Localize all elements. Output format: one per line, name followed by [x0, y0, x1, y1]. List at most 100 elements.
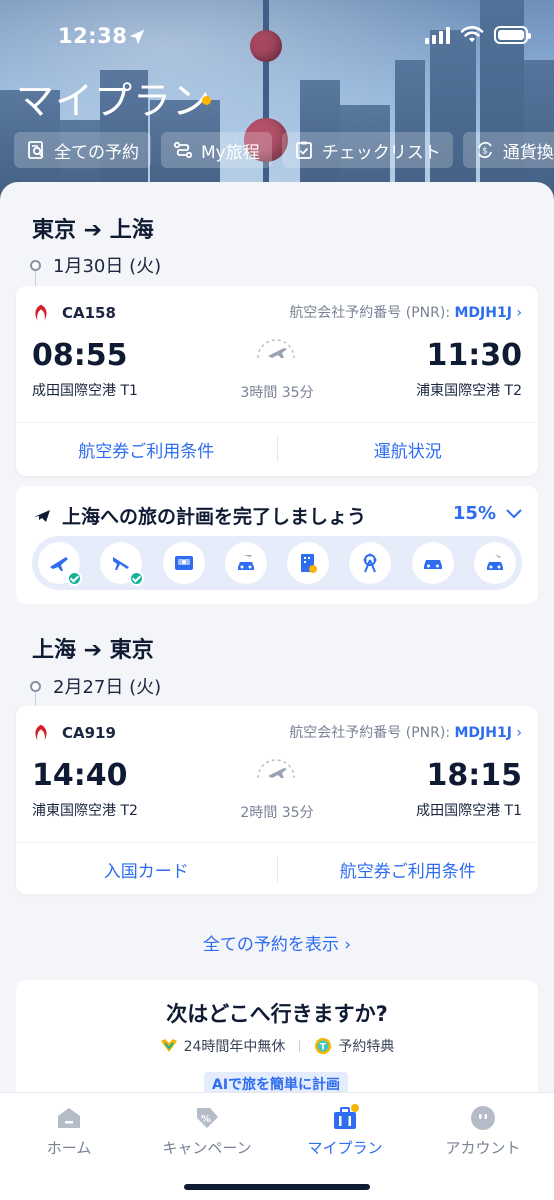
plan-title: 上海への旅の計画を完了しましょう [62, 506, 367, 528]
flight-number: CA919 [62, 724, 116, 742]
departure-airport: 成田国際空港 T1 [32, 383, 138, 399]
chip-label: 全ての予約 [54, 142, 139, 163]
currency-exchange-icon: $ [477, 141, 492, 159]
plan-step-hotel[interactable] [287, 542, 330, 584]
show-all-reservations-link[interactable]: 全ての予約を表示 › [0, 930, 554, 955]
pnr-label: 航空会社予約番号 (PNR): [289, 305, 451, 321]
chevron-down-icon [506, 508, 522, 518]
plan-step-transfer[interactable] [224, 542, 267, 584]
plan-step-outbound-flight[interactable] [38, 542, 82, 586]
location-arrow-icon [129, 29, 145, 45]
plan-progress: 15% [452, 503, 496, 524]
trip-date-label: 2月27日 (火) [53, 677, 162, 698]
quick-chips: 全ての予約 My旅程 チェックリスト $ 通貨換算 [14, 132, 554, 168]
pnr-code: MDJH1J [454, 725, 512, 741]
show-all-label: 全ての予約を表示 [202, 935, 339, 955]
done-check-icon [129, 571, 145, 586]
cellular-signal-icon [425, 26, 450, 44]
chevron-right-icon: › [344, 935, 352, 955]
main-content: 東京 ➔ 上海 1月30日 (火) CA158 航空会社予約番号 (PNR): … [0, 182, 554, 1200]
chevron-right-icon: › [516, 305, 522, 321]
arrival-time: 11:30 [426, 338, 523, 373]
air-china-logo-icon [35, 304, 47, 321]
checklist-icon [295, 141, 312, 159]
outbound-flight-icon [50, 557, 68, 571]
train-ticket-icon [174, 556, 193, 570]
plan-step-train[interactable] [162, 542, 205, 584]
trip-date: 2月27日 (火) [30, 673, 161, 699]
tab-campaign[interactable]: % キャンペーン [138, 1103, 276, 1158]
reward-coin-icon: T [315, 1038, 332, 1054]
status-time: 12:38 [58, 24, 128, 48]
plan-step-car-rental[interactable] [411, 542, 454, 584]
airport-transfer-icon [237, 555, 254, 570]
itinerary-icon [173, 141, 193, 159]
pnr-label: 航空会社予約番号 (PNR): [289, 725, 451, 741]
chip-my-itinerary[interactable]: My旅程 [161, 132, 272, 168]
pnr-link[interactable]: 航空会社予約番号 (PNR): MDJH1J › [289, 302, 522, 322]
battery-icon [494, 26, 531, 44]
chip-all-reservations[interactable]: 全ての予約 [14, 132, 151, 168]
tab-label: マイプラン [307, 1139, 383, 1157]
chip-checklist[interactable]: チェックリスト [281, 132, 453, 168]
reservations-icon [28, 141, 44, 159]
chip-label: My旅程 [201, 142, 260, 163]
campaign-icon: % [197, 1108, 218, 1128]
flight-status-button[interactable]: 運航状況 [278, 437, 539, 462]
flight-card[interactable]: CA158 航空会社予約番号 (PNR): MDJH1J › 08:55 11:… [16, 286, 538, 476]
plane-takeoff-icon [257, 759, 295, 779]
page-title: マイプラン [16, 79, 212, 123]
tab-label: ホーム [46, 1139, 92, 1157]
arrival-airport: 浦東国際空港 T2 [416, 383, 522, 399]
feature-24h: 24時間年中無休 [183, 1039, 286, 1055]
tab-home[interactable]: ホーム [0, 1103, 138, 1158]
airplane-icon [34, 509, 50, 522]
done-check-icon [67, 571, 82, 586]
departure-airport: 浦東国際空港 T2 [32, 803, 138, 819]
timeline-dot [30, 259, 41, 271]
plane-takeoff-icon [257, 339, 295, 359]
home-indicator[interactable] [184, 1184, 370, 1190]
departure-time: 08:55 [32, 338, 128, 373]
chip-currency[interactable]: $ 通貨換算 [462, 132, 554, 168]
support-heart-icon [160, 1039, 177, 1052]
chip-label: チェックリスト [321, 142, 441, 163]
home-icon [58, 1108, 80, 1128]
flight-card[interactable]: CA919 航空会社予約番号 (PNR): MDJH1J › 14:40 18:… [16, 706, 538, 894]
attractions-icon [363, 553, 377, 573]
title-accent-dot [202, 96, 211, 105]
plan-step-attractions[interactable] [349, 542, 392, 584]
svg-text:T: T [320, 1043, 327, 1053]
pnr-link[interactable]: 航空会社予約番号 (PNR): MDJH1J › [289, 722, 522, 742]
fare-rules-button[interactable]: 航空券ご利用条件 [278, 857, 539, 882]
plan-step-return-flight[interactable] [100, 542, 145, 586]
arrival-airport: 成田国際空港 T1 [416, 803, 522, 819]
next-destination-title: 次はどこへ行きますか? [166, 1002, 388, 1026]
hotel-icon [301, 554, 318, 573]
trip-date-label: 1月30日 (火) [53, 256, 162, 277]
tab-label: アカウント [445, 1139, 521, 1157]
plan-progress-toggle[interactable]: 15% [453, 503, 522, 524]
pnr-code: MDJH1J [454, 305, 512, 321]
tab-my-plan[interactable]: マイプラン [276, 1103, 414, 1158]
account-icon [471, 1106, 495, 1130]
car-rental-icon [423, 560, 442, 569]
plan-step-pickup[interactable] [473, 542, 516, 584]
feature-booking-benefits: 予約特典 [338, 1039, 395, 1055]
trip-route-title: 上海 ➔ 東京 [32, 638, 154, 663]
tab-label: キャンペーン [162, 1139, 252, 1157]
trip-route-title: 東京 ➔ 上海 [32, 218, 154, 243]
air-china-logo-icon [35, 724, 47, 741]
airport-pickup-icon [486, 554, 503, 570]
tab-account[interactable]: アカウント [414, 1103, 552, 1158]
next-destination-card[interactable]: 次はどこへ行きますか? 24時間年中無休 T 予約特典 AIで旅を簡単に計画 [16, 980, 538, 1110]
arrival-time: 18:15 [426, 758, 523, 793]
departure-time: 14:40 [32, 758, 128, 793]
bottom-tab-bar: ホーム % キャンペーン マイプラン アカウント [0, 1092, 554, 1200]
plan-steps [32, 536, 522, 590]
trip-date: 1月30日 (火) [30, 252, 161, 278]
arrival-card-button[interactable]: 入国カード [16, 857, 277, 882]
trip-plan-card[interactable]: 上海への旅の計画を完了しましょう 15% [16, 486, 538, 604]
fare-rules-button[interactable]: 航空券ご利用条件 [16, 437, 277, 462]
chevron-right-icon: › [516, 725, 522, 741]
